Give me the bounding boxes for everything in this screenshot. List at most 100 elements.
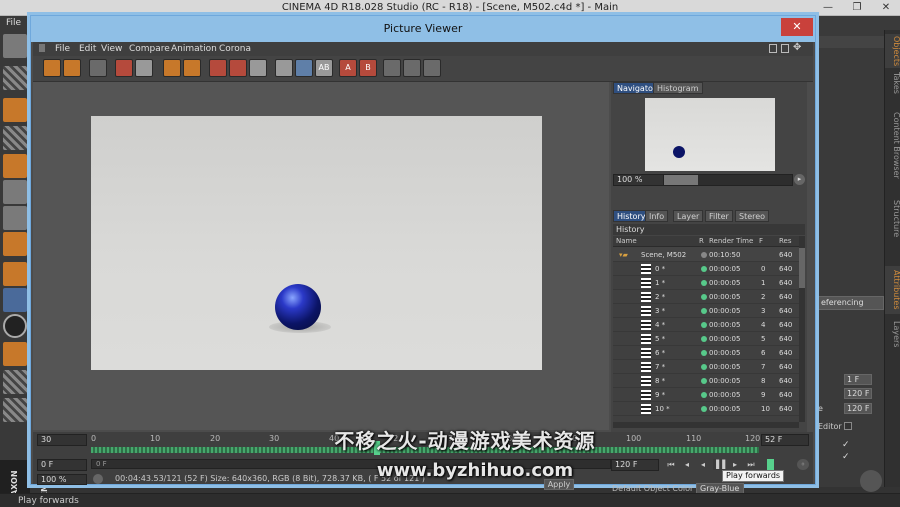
end-frame-field[interactable]: 120 F — [611, 459, 659, 471]
pv-menu-corona[interactable]: Corona — [219, 42, 251, 56]
move-icon[interactable]: ✥ — [793, 42, 801, 53]
tab-filter[interactable]: Filter — [705, 210, 733, 222]
points-mode-icon[interactable] — [3, 180, 27, 204]
step-forward-icon[interactable]: ▸ — [729, 459, 741, 470]
history-scroll-thumb[interactable] — [799, 248, 805, 288]
tab-structure[interactable]: Structure — [885, 196, 900, 242]
history-row[interactable]: 5 * 00:00:05 5 640 — [613, 332, 799, 346]
history-horizontal-scrollbar[interactable] — [613, 422, 799, 428]
tab-info[interactable]: Info — [645, 210, 669, 222]
loop-marker-icon[interactable] — [767, 459, 774, 470]
status-arrow-icon[interactable] — [93, 474, 103, 484]
minimize-button[interactable]: — — [814, 0, 842, 16]
step-back-icon[interactable]: ◂ — [681, 459, 693, 470]
workplane-grid-icon[interactable] — [3, 370, 27, 394]
undo-icon[interactable] — [3, 34, 27, 58]
tab-layers[interactable]: Layers — [885, 318, 900, 350]
diff-icon[interactable] — [383, 59, 401, 77]
magnet-icon[interactable] — [3, 342, 27, 366]
compare-mode-icon[interactable] — [295, 59, 313, 77]
tab-stereo[interactable]: Stereo — [735, 210, 770, 222]
options-icon[interactable]: ◦ — [797, 459, 809, 470]
tweak-mode-icon[interactable] — [3, 288, 27, 312]
history-scene-row[interactable]: ▾▰ Scene, M502 00:10:50 640 — [613, 248, 799, 262]
pv-menu-compare[interactable]: Compare — [129, 42, 170, 56]
texture-mode-icon[interactable] — [3, 126, 27, 150]
pv-menu-animation[interactable]: Animation — [171, 42, 217, 56]
workplane-icon[interactable] — [3, 154, 27, 178]
swap-icon[interactable] — [423, 59, 441, 77]
col-render-time[interactable]: Render Time — [709, 236, 753, 247]
history-row[interactable]: 6 * 00:00:05 6 640 — [613, 346, 799, 360]
check-icon[interactable]: ✓ — [842, 440, 852, 450]
tab-content-browser[interactable]: Content Browser — [885, 100, 900, 190]
filter-icon[interactable] — [249, 59, 267, 77]
history-row[interactable]: 1 * 00:00:05 1 640 — [613, 276, 799, 290]
text-icon[interactable] — [403, 59, 421, 77]
compare-ab-button[interactable]: AB — [315, 59, 333, 77]
go-to-start-icon[interactable]: ⏮ — [665, 459, 677, 470]
menu-file[interactable]: File — [6, 16, 21, 30]
render-region-icon[interactable] — [115, 59, 133, 77]
picture-viewer-titlebar[interactable]: Picture Viewer ✕ — [31, 16, 815, 42]
referencing-button[interactable]: eferencing — [818, 296, 884, 310]
history-row[interactable]: 8 * 00:00:05 8 640 — [613, 374, 799, 388]
pv-menu-edit[interactable]: Edit — [79, 42, 96, 56]
timeline-zoom-field[interactable]: 100 % — [37, 474, 87, 485]
fit-screen-icon[interactable] — [209, 59, 227, 77]
history-vertical-scrollbar[interactable] — [799, 236, 805, 422]
history-row[interactable]: 2 * 00:00:05 2 640 — [613, 290, 799, 304]
history-row[interactable]: 7 * 00:00:05 7 640 — [613, 360, 799, 374]
editor-checkbox[interactable] — [844, 422, 852, 430]
navigator-thumbnail[interactable] — [645, 98, 775, 171]
history-row[interactable]: 9 * 00:00:05 9 640 — [613, 388, 799, 402]
object-mode-icon[interactable] — [3, 98, 27, 122]
attr-field-3[interactable]: 120 F — [844, 403, 872, 414]
render-area[interactable] — [33, 82, 609, 430]
tab-objects[interactable]: Objects — [885, 34, 900, 68]
play-circle-icon[interactable] — [860, 470, 882, 492]
navigator-zoom-field[interactable]: 100 % — [613, 174, 665, 186]
save-icon[interactable] — [63, 59, 81, 77]
model-mode-icon[interactable] — [3, 66, 27, 90]
picture-viewer-close-button[interactable]: ✕ — [781, 18, 813, 36]
history-row[interactable]: 0 * 00:00:05 0 640 — [613, 262, 799, 276]
tab-history[interactable]: History — [613, 210, 650, 222]
layout-icon[interactable] — [769, 44, 777, 53]
history-row[interactable]: 10 * 00:00:05 10 640 — [613, 402, 799, 416]
fullscreen-icon[interactable] — [229, 59, 247, 77]
col-f[interactable]: F — [759, 236, 763, 247]
col-res[interactable]: Res — [779, 236, 792, 247]
open-icon[interactable] — [43, 59, 61, 77]
go-to-end-icon[interactable]: ⏭ — [745, 459, 757, 470]
main-close-button[interactable]: ✕ — [872, 0, 900, 16]
grid-icon[interactable] — [89, 59, 107, 77]
col-name[interactable]: Name — [616, 236, 637, 247]
edges-mode-icon[interactable] — [3, 206, 27, 230]
start-frame-field[interactable]: 0 F — [37, 459, 87, 471]
col-r[interactable]: R — [699, 236, 704, 247]
current-frame-field[interactable]: 52 F — [761, 434, 809, 446]
locked-workplane-icon[interactable] — [3, 398, 27, 422]
navigator-arrow-icon[interactable]: ▸ — [794, 174, 805, 185]
set-b-button[interactable]: B — [359, 59, 377, 77]
navigator-zoom-slider[interactable] — [663, 174, 793, 186]
history-row[interactable]: 3 * 00:00:05 3 640 — [613, 304, 799, 318]
play-backwards-icon[interactable]: ◂ — [697, 459, 709, 470]
maximize-button[interactable]: ❐ — [843, 0, 871, 16]
history-row[interactable]: 4 * 00:00:05 4 640 — [613, 318, 799, 332]
compare-icon[interactable] — [275, 59, 293, 77]
attr-field-2[interactable]: 120 F — [844, 388, 872, 399]
attr-field-1[interactable]: 1 F — [844, 374, 872, 385]
axis-mode-icon[interactable] — [3, 262, 27, 286]
set-a-button[interactable]: A — [339, 59, 357, 77]
tab-takes[interactable]: Takes — [885, 70, 900, 96]
stop-render-icon[interactable] — [135, 59, 153, 77]
fps-field[interactable]: 30 — [37, 434, 87, 446]
check-icon-2[interactable]: ✓ — [842, 452, 852, 462]
tab-histogram[interactable]: Histogram — [653, 82, 703, 94]
snapping-icon[interactable] — [3, 314, 27, 338]
play-forwards-icon[interactable]: ▐▐ — [713, 459, 725, 470]
copy-icon[interactable] — [163, 59, 181, 77]
paste-icon[interactable] — [183, 59, 201, 77]
